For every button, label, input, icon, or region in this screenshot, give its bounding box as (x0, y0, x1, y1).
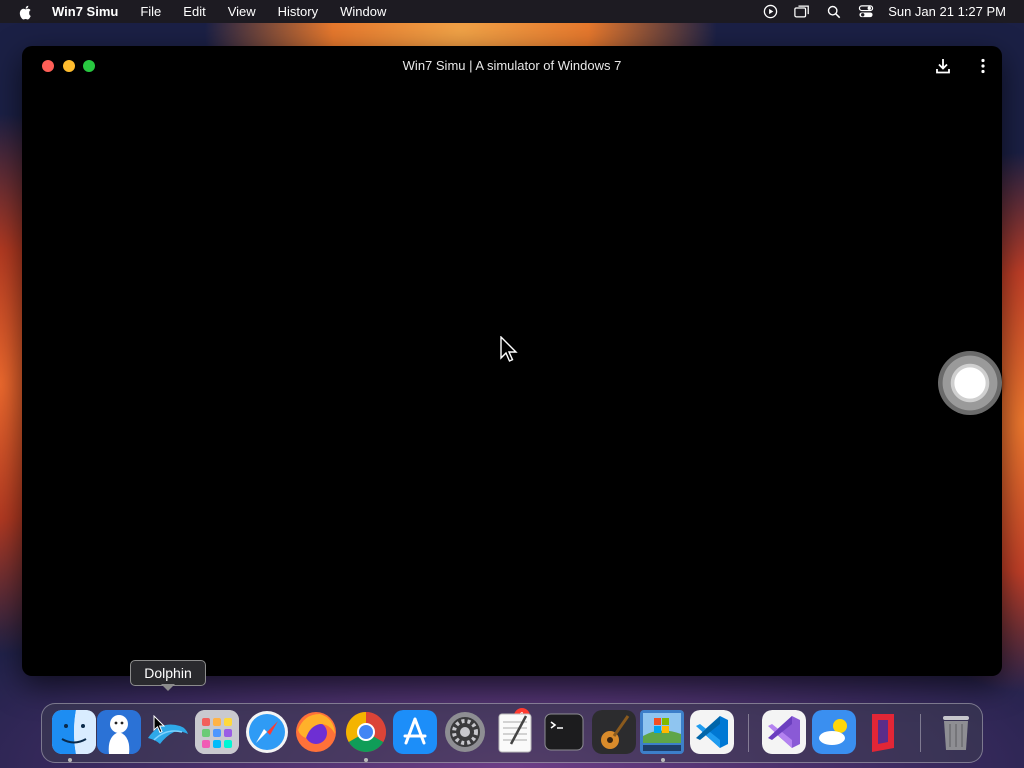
menu-window[interactable]: Window (340, 4, 386, 19)
apple-menu-icon[interactable] (18, 4, 34, 20)
terminal-icon[interactable] (542, 710, 586, 754)
search-icon[interactable] (826, 4, 842, 20)
app-window: Win7 Simu | A simulator of Windows 7 (22, 46, 1002, 676)
running-indicator (364, 758, 368, 762)
download-icon[interactable] (934, 57, 952, 75)
window-title: Win7 Simu | A simulator of Windows 7 (402, 58, 622, 73)
dock: 1 (41, 703, 983, 763)
tooltip-arrow (161, 684, 175, 691)
menu-history[interactable]: History (278, 4, 318, 19)
firefox-icon[interactable] (294, 710, 338, 754)
assistive-touch-button[interactable] (938, 351, 1002, 415)
app-store-icon[interactable] (393, 710, 437, 754)
win7-simu-icon[interactable] (640, 710, 684, 754)
screens-icon[interactable] (794, 4, 810, 20)
finder-icon[interactable] (52, 710, 96, 754)
menu-file[interactable]: File (140, 4, 161, 19)
dock-separator (920, 714, 921, 752)
title-bar[interactable]: Win7 Simu | A simulator of Windows 7 (22, 46, 1002, 86)
vscode-icon[interactable] (690, 710, 734, 754)
mouse-pointer-icon (500, 336, 518, 362)
weather-icon[interactable] (812, 710, 856, 754)
visual-studio-icon[interactable] (762, 710, 806, 754)
chrome-icon[interactable] (344, 710, 388, 754)
parallels-icon[interactable] (862, 710, 906, 754)
more-options-icon[interactable] (976, 57, 990, 75)
menu-app-name[interactable]: Win7 Simu (52, 4, 118, 19)
menu-edit[interactable]: Edit (183, 4, 205, 19)
dock-mouse-pointer-icon (153, 715, 165, 734)
menu-clock[interactable]: Sun Jan 21 1:27 PM (888, 4, 1006, 19)
launchpad-icon[interactable] (195, 710, 239, 754)
play-circle-icon[interactable] (762, 4, 778, 20)
garageband-icon[interactable] (592, 710, 636, 754)
trash-icon[interactable] (934, 710, 978, 754)
running-indicator (68, 758, 72, 762)
safari-icon[interactable] (245, 710, 289, 754)
system-settings-icon[interactable] (443, 710, 487, 754)
control-center-icon[interactable] (858, 4, 874, 20)
running-indicator (661, 758, 665, 762)
dock-separator (748, 714, 749, 752)
character-icon[interactable] (97, 710, 141, 754)
menu-view[interactable]: View (228, 4, 256, 19)
menu-bar: Win7 Simu File Edit View History Window … (0, 0, 1024, 23)
dock-tooltip: Dolphin (130, 660, 206, 686)
textedit-icon[interactable] (493, 710, 537, 754)
